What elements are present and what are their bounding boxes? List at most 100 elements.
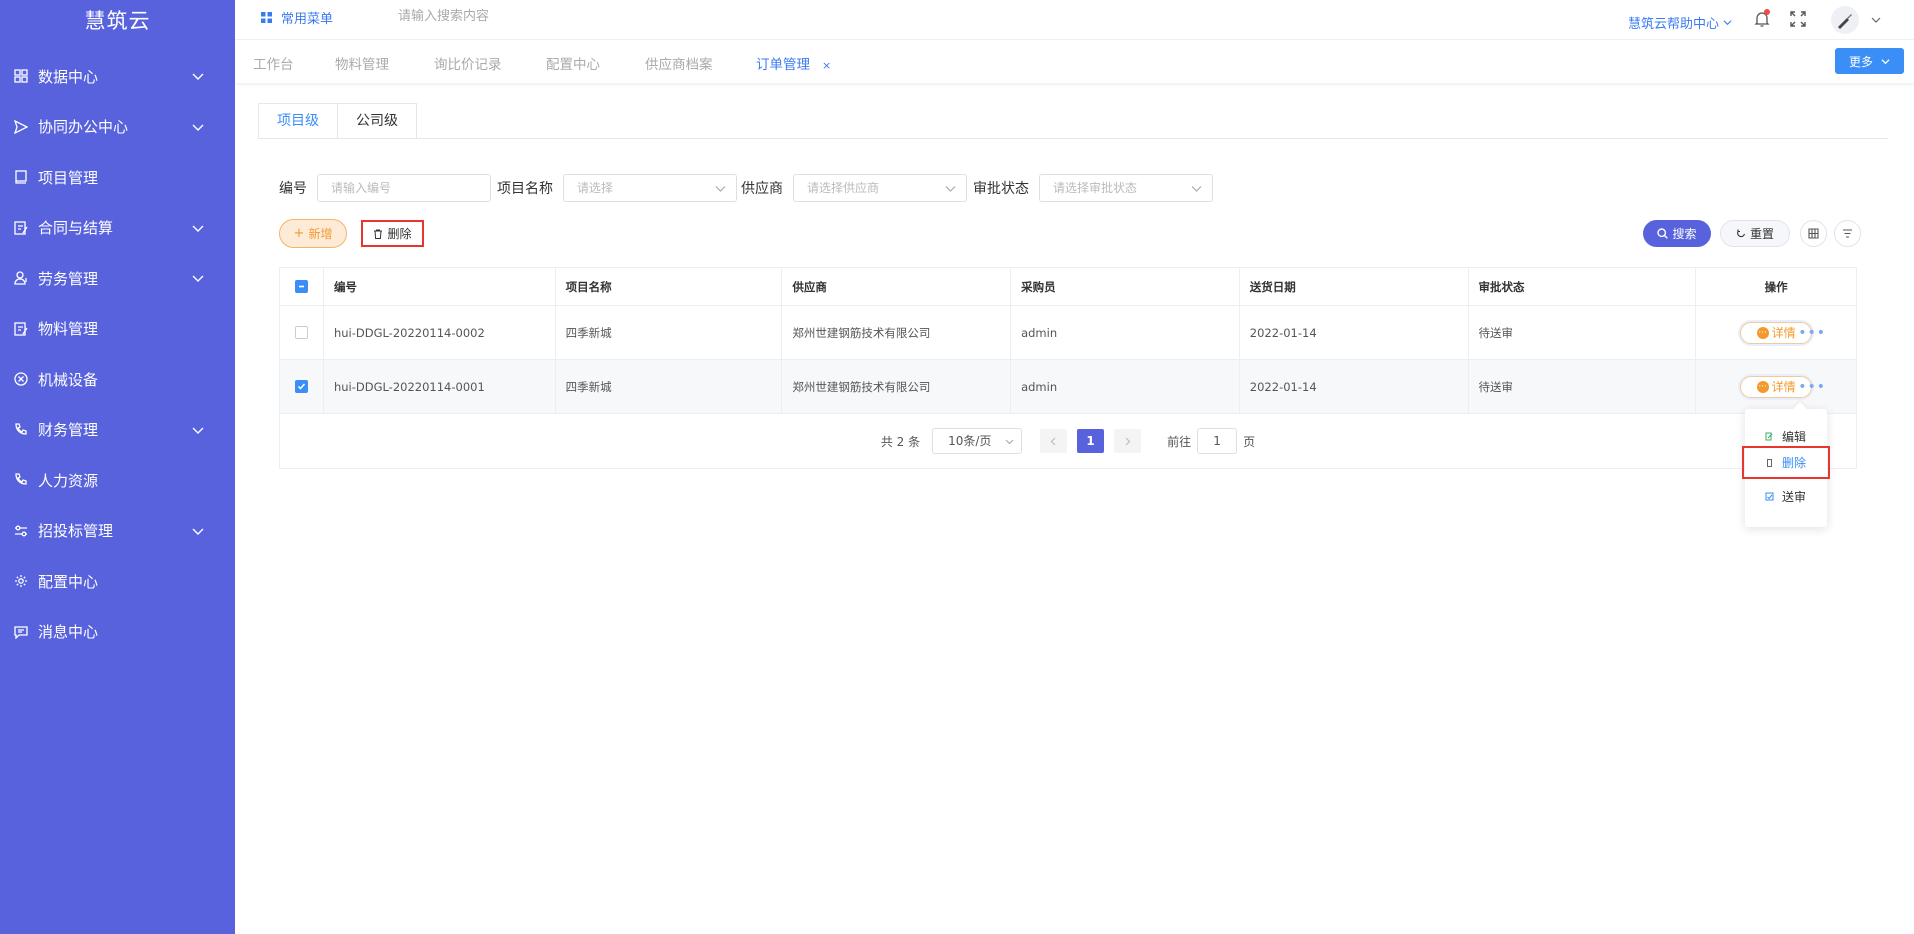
search-label: 搜索: [1672, 227, 1697, 241]
refresh-icon: [1737, 229, 1746, 237]
chevron-down-icon: [191, 221, 205, 235]
page-number-current[interactable]: 1: [1077, 429, 1105, 453]
help-center-link[interactable]: 慧筑云帮助中心: [1628, 13, 1732, 32]
chevron-down-icon: [191, 423, 205, 437]
tab-supplier-archive[interactable]: 供应商档案: [645, 53, 713, 73]
x-circle-icon: [14, 372, 28, 386]
code-input[interactable]: [331, 175, 490, 201]
sidebar-item-label: 劳务管理: [38, 269, 99, 288]
chevron-down-icon[interactable]: [1871, 15, 1881, 25]
sidebar-item-bidding[interactable]: 招投标管理: [0, 506, 235, 557]
header-supplier: 供应商: [782, 268, 1012, 305]
page-size-value: 10条/页: [948, 434, 992, 448]
goto-prefix: 前往: [1167, 434, 1192, 449]
fullscreen-icon[interactable]: [1790, 11, 1806, 27]
tab-strip: 工作台 物料管理 询比价记录 配置中心 供应商档案 订单管理 × 更多: [235, 40, 1914, 83]
table-header-row: 编号 项目名称 供应商 采购员 送货日期 审批状态 操作: [280, 268, 1856, 306]
tab-material-mgmt[interactable]: 物料管理: [335, 53, 389, 73]
goto-page-input[interactable]: 1: [1197, 428, 1238, 454]
tab-company-level[interactable]: 公司级: [338, 103, 417, 139]
header-select-all-cell: [280, 268, 324, 305]
cell-delivery-date: 2022-01-14: [1240, 306, 1469, 359]
goto-page: 前往 1 页: [1167, 428, 1255, 454]
cell-project: 四季新城: [556, 306, 783, 359]
row-checkbox[interactable]: [294, 326, 308, 339]
select-all-checkbox[interactable]: [294, 280, 308, 293]
book-icon: [14, 170, 28, 184]
cell-approval-status: 待送审: [1469, 306, 1697, 359]
level-tabs: 项目级 公司级: [258, 103, 417, 139]
message-icon: [14, 625, 28, 639]
user-icon: [14, 271, 28, 285]
sidebar-item-config[interactable]: 配置中心: [0, 556, 235, 607]
brand-logo: 慧筑云: [84, 9, 151, 33]
next-page-button[interactable]: [1114, 429, 1142, 453]
chevron-down-icon: [1191, 186, 1202, 192]
filter-project: 项目名称 请选择: [497, 173, 737, 203]
pagination-total: 共 2 条: [880, 434, 921, 449]
tab-workbench[interactable]: 工作台: [253, 53, 294, 73]
header-approval-status: 审批状态: [1469, 268, 1697, 305]
detail-label: 详情: [1771, 326, 1796, 340]
filter-code-label: 编号: [279, 181, 307, 197]
search-icon: [1657, 228, 1669, 239]
dropdown-edit-label: 编辑: [1782, 429, 1807, 444]
sidebar-item-collab-office[interactable]: 协同办公中心: [0, 102, 235, 153]
sidebar-item-label: 物料管理: [38, 320, 99, 339]
reset-button[interactable]: 重置: [1720, 220, 1790, 247]
status-select[interactable]: 请选择审批状态: [1039, 174, 1213, 202]
notification-bell-icon[interactable]: [1753, 9, 1771, 28]
common-menu-button[interactable]: 常用菜单: [261, 8, 333, 27]
column-settings-button[interactable]: [1800, 220, 1827, 247]
sidebar-item-label: 数据中心: [38, 67, 99, 86]
tab-project-level[interactable]: 项目级: [258, 103, 338, 139]
search-button[interactable]: 搜索: [1643, 220, 1711, 247]
dropdown-submit-review[interactable]: 送审: [1745, 483, 1827, 509]
common-menu-label: 常用菜单: [281, 12, 334, 27]
more-actions-icon[interactable]: •••: [1798, 326, 1826, 340]
sidebar-item-contract-settlement[interactable]: 合同与结算: [0, 203, 235, 254]
sidebar-item-label: 招投标管理: [38, 522, 114, 541]
phone-icon: [14, 473, 28, 487]
chevron-down-icon: [191, 69, 205, 83]
chevron-down-icon: [1723, 20, 1732, 26]
tab-config-center[interactable]: 配置中心: [546, 53, 600, 73]
cell-code: hui-DDGL-20220114-0002: [324, 306, 556, 359]
sidebar-item-project-mgmt[interactable]: 项目管理: [0, 152, 235, 203]
sidebar-item-label: 财务管理: [38, 421, 99, 440]
sidebar-item-finance[interactable]: 财务管理: [0, 405, 235, 456]
tabs-divider: [258, 138, 1888, 139]
sidebar-item-messages[interactable]: 消息中心: [0, 607, 235, 658]
sidebar-item-machinery[interactable]: 机械设备: [0, 354, 235, 405]
phone-icon: [14, 423, 28, 437]
add-button[interactable]: + 新增: [279, 219, 347, 248]
cell-delivery-date: 2022-01-14: [1240, 360, 1469, 413]
dropdown-submit-label: 送审: [1782, 489, 1807, 504]
order-table: 编号 项目名称 供应商 采购员 送货日期 审批状态 操作 hui-DDGL-20…: [279, 267, 1857, 469]
sidebar-item-data-center[interactable]: 数据中心: [0, 51, 235, 102]
delete-button[interactable]: 删除: [361, 220, 424, 247]
edit-icon: [1765, 432, 1773, 440]
close-icon[interactable]: ×: [822, 59, 831, 72]
dropdown-delete[interactable]: 删除: [1742, 446, 1830, 479]
filter-code: 编号: [279, 173, 491, 203]
global-search-input[interactable]: [398, 6, 598, 26]
supplier-select[interactable]: 请选择供应商: [793, 174, 967, 202]
sidebar-item-labor-mgmt[interactable]: 劳务管理: [0, 253, 235, 304]
prev-page-button[interactable]: [1040, 429, 1068, 453]
cell-buyer: admin: [1011, 360, 1240, 413]
user-avatar[interactable]: [1831, 6, 1859, 34]
row-actions-dropdown: 编辑 删除 送审: [1742, 409, 1830, 527]
more-tabs-button[interactable]: 更多: [1835, 48, 1904, 74]
filter-settings-button[interactable]: [1834, 220, 1861, 247]
more-actions-icon[interactable]: •••: [1798, 380, 1826, 394]
sidebar-item-material-mgmt[interactable]: 物料管理: [0, 304, 235, 355]
sidebar-item-hr[interactable]: 人力资源: [0, 455, 235, 506]
tab-order-mgmt[interactable]: 订单管理 ×: [756, 53, 831, 73]
header-actions: 操作: [1764, 279, 1788, 294]
filter-supplier-label: 供应商: [741, 181, 783, 197]
tab-price-inquiry[interactable]: 询比价记录: [434, 53, 502, 73]
row-checkbox[interactable]: [294, 380, 308, 393]
project-select[interactable]: 请选择: [563, 174, 737, 202]
page-size-select[interactable]: 10条/页: [932, 428, 1023, 454]
